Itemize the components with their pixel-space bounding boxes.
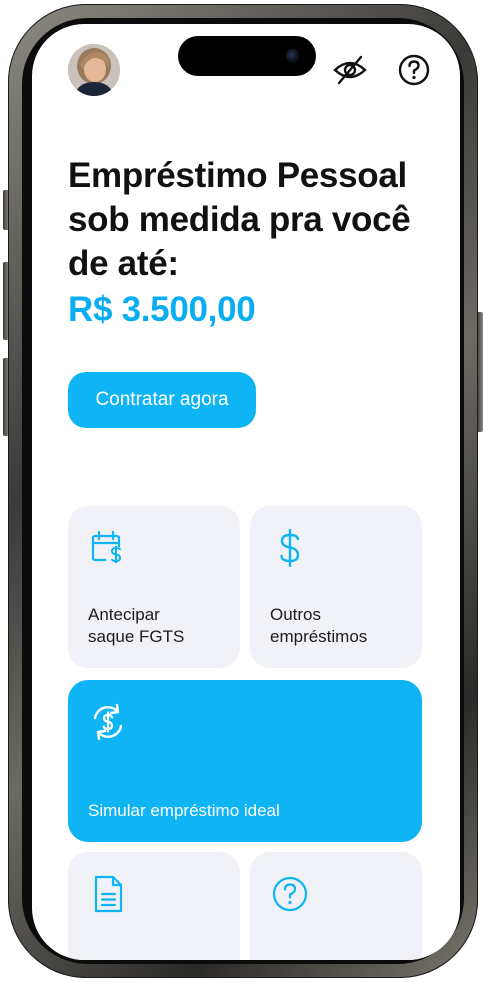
avatar-image: [68, 44, 120, 96]
document-icon: [94, 875, 123, 913]
contract-now-button[interactable]: Contratar agora: [68, 372, 256, 428]
tile-document[interactable]: [68, 852, 240, 960]
refresh-dollar-icon: [93, 703, 123, 741]
calendar-dollar-icon: [91, 530, 124, 564]
phone-mockup: Empréstimo Pessoal sob medida pra você d…: [0, 0, 492, 982]
page-title: Empréstimo Pessoal sob medida pra você d…: [68, 156, 411, 283]
tile-antecipar-fgts[interactable]: Antecipar saque FGTS: [68, 506, 240, 668]
tile-label: Simular empréstimo ideal: [88, 801, 280, 820]
help-circle-icon: [272, 876, 308, 912]
loan-amount: R$ 3.500,00: [68, 290, 256, 329]
tile-label: Antecipar saque FGTS: [88, 605, 185, 646]
front-camera: [286, 49, 300, 63]
avatar[interactable]: [68, 44, 120, 96]
app-screen: Empréstimo Pessoal sob medida pra você d…: [32, 24, 460, 960]
tile-help[interactable]: [250, 852, 422, 960]
tile-outros-emprestimos[interactable]: Outros empréstimos: [250, 506, 422, 668]
dollar-icon: [280, 528, 300, 568]
dynamic-island: [178, 36, 316, 76]
tile-simular-emprestimo[interactable]: Simular empréstimo ideal: [68, 680, 422, 842]
tile-label: Outros empréstimos: [270, 605, 368, 646]
help-circle-icon[interactable]: [396, 52, 432, 88]
eye-off-icon[interactable]: [332, 52, 368, 88]
